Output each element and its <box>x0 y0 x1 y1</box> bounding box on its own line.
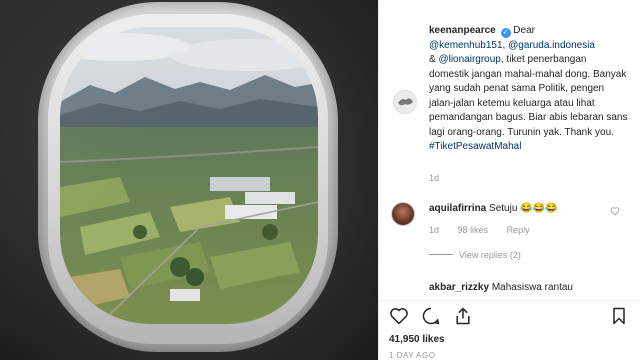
mention-lionair[interactable]: @lionairgroup <box>438 54 500 65</box>
comment-text: Setuju 😂😂😂 <box>489 203 558 214</box>
comment-text-row: aquilafirrina Setuju 😂😂😂 <box>429 203 558 214</box>
likes-count[interactable]: 41,950 likes <box>389 334 445 345</box>
heart-icon[interactable] <box>389 306 409 326</box>
author-avatar[interactable] <box>393 90 417 114</box>
comment-likes[interactable]: 98 likes <box>458 225 489 235</box>
caption-time: 1d <box>429 173 440 183</box>
action-bar <box>379 300 640 327</box>
caption-lead: Dear <box>513 25 535 36</box>
comment-item: aquilafirrina Setuju 😂😂😂 1d 98 likes Rep… <box>389 200 634 240</box>
caption-amp: & <box>429 54 436 65</box>
comment-author[interactable]: akbar_rizzky <box>429 282 489 293</box>
share-icon[interactable] <box>453 306 473 326</box>
commenter-avatar[interactable] <box>391 202 415 226</box>
window-view <box>60 27 318 324</box>
replies-divider <box>429 254 453 255</box>
landscape-illustration <box>60 27 318 324</box>
comment-time: 1d <box>429 225 440 235</box>
comment-meta: 1d 98 likes Reply <box>429 225 546 235</box>
comment-item: akbar_rizzky Mahasiswa rantau <box>429 282 573 293</box>
comment-like-icon[interactable] <box>610 206 620 216</box>
reply-button[interactable]: Reply <box>507 225 530 235</box>
caption-hashtag[interactable]: #TiketPesawatMahal <box>429 141 521 152</box>
view-replies-label: View replies (2) <box>459 250 521 260</box>
comment-icon[interactable] <box>421 306 441 326</box>
view-replies-link[interactable]: View replies (2) <box>429 250 521 260</box>
post-caption: keenanpearce ✓ Dear @kemenhub151, @garud… <box>429 24 629 155</box>
mention-garuda[interactable]: @garuda.indonesia <box>508 40 595 51</box>
comments-panel: keenanpearce ✓ Dear @kemenhub151, @garud… <box>378 0 640 360</box>
post-photo[interactable] <box>0 0 378 360</box>
avatar-icon <box>394 91 416 113</box>
verified-badge-icon: ✓ <box>500 28 511 38</box>
mention-kemenhub[interactable]: @kemenhub151 <box>429 40 503 51</box>
caption-body: , tiket penerbangan domestik jangan maha… <box>429 54 628 138</box>
post-age: 1 DAY AGO <box>389 351 436 360</box>
bookmark-icon[interactable] <box>609 306 629 326</box>
caption-sep: , <box>502 39 506 51</box>
comment-author[interactable]: aquilafirrina <box>429 203 486 214</box>
comment-text: Mahasiswa rantau <box>491 282 573 293</box>
post-author[interactable]: keenanpearce <box>429 25 496 36</box>
